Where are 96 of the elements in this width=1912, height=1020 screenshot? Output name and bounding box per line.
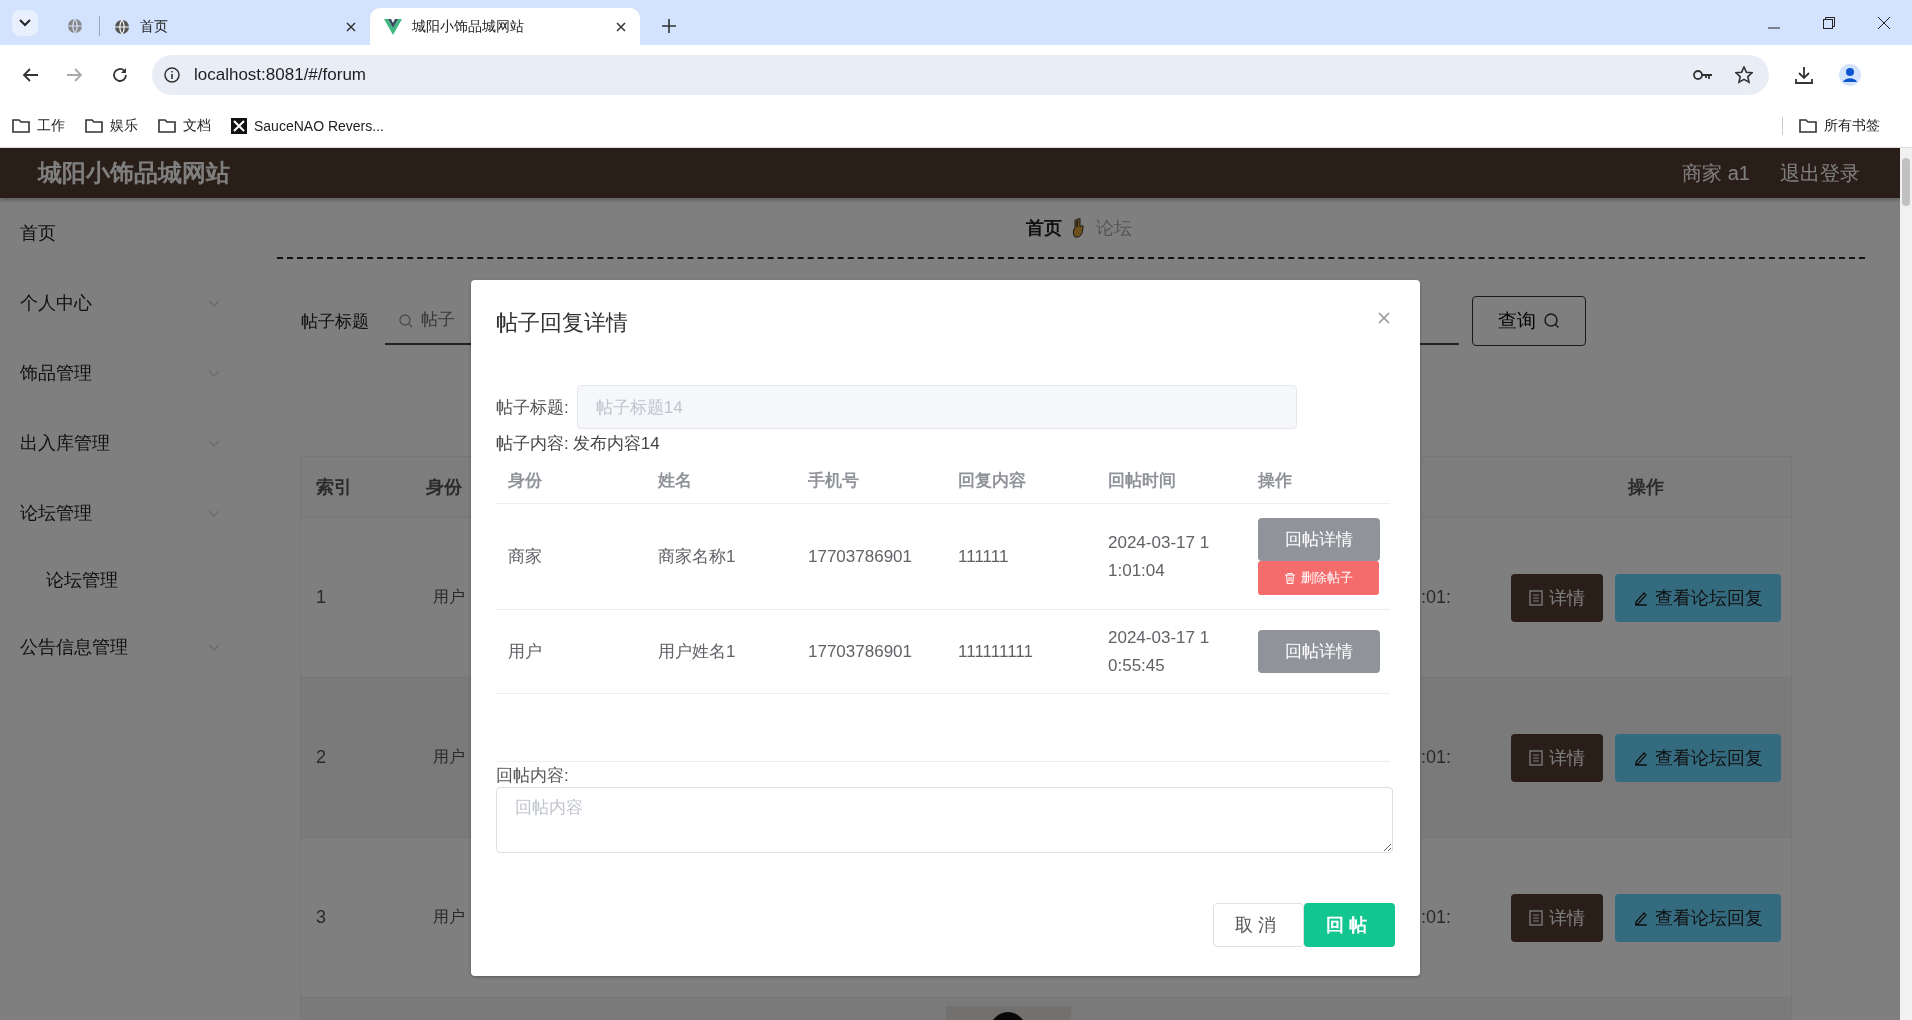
address-bar[interactable]: localhost:8081/#/forum	[152, 55, 1769, 95]
globe-icon	[66, 18, 83, 34]
table-cell-text: 3	[315, 907, 327, 928]
cancel-button[interactable]: 取消	[1213, 903, 1304, 947]
column-header: 手机号	[807, 469, 860, 492]
document-icon	[1529, 749, 1543, 766]
reply-field[interactable]: 回帖内容	[496, 787, 1393, 853]
menu-item[interactable]: 公告信息管理	[0, 612, 270, 682]
view-replies-button[interactable]: 查看论坛回复	[1615, 733, 1781, 782]
field-label: 帖子内容:	[496, 432, 569, 455]
table-cell-text: 17703786901	[807, 641, 913, 662]
close-icon[interactable]	[616, 21, 626, 32]
key-icon[interactable]	[1693, 69, 1713, 81]
table-cell-text: 商家名称1	[657, 546, 737, 568]
table-cell-text: 商家	[507, 546, 543, 568]
document-icon	[1529, 589, 1543, 606]
table-cell-text: 111111111	[957, 641, 1034, 662]
bookmark-item[interactable]: 娱乐	[85, 117, 138, 135]
table-cell-text: 用户	[433, 907, 465, 927]
reply-detail-button[interactable]: 回帖详情	[1258, 518, 1380, 561]
close-icon[interactable]	[1878, 17, 1890, 29]
table-cell-text: 2024-03-17 11:01:04	[1107, 531, 1211, 582]
table-cell-text: 2024-03-17 10:55:45	[1107, 626, 1211, 677]
table-cell-text: 用户	[507, 641, 543, 663]
folder-icon	[85, 119, 103, 133]
query-button[interactable]: 查询	[1472, 296, 1586, 346]
menu-item[interactable]: 首页	[0, 198, 270, 268]
chevron-down-icon	[19, 19, 31, 27]
profile-icon[interactable]	[1839, 64, 1861, 86]
column-header: 回复内容	[957, 469, 1027, 492]
search-icon	[399, 314, 413, 328]
detail-button[interactable]: 详情	[1511, 893, 1603, 942]
user-name: 商家 a1	[1682, 160, 1750, 186]
post-content: 发布内容14	[572, 432, 660, 455]
x-square-icon	[231, 118, 247, 134]
column-header: 姓名	[656, 469, 693, 492]
reply-detail-button[interactable]: 回帖详情	[1258, 630, 1380, 673]
search-icon	[1544, 313, 1560, 329]
search-label: 帖子标题	[301, 310, 369, 333]
table-cell-text: :01:	[1420, 907, 1453, 928]
breadcrumb-item[interactable]: 首页	[1025, 215, 1062, 240]
star-icon[interactable]	[1735, 66, 1753, 84]
menu-item[interactable]: 出入库管理	[0, 408, 270, 478]
tab-title: 城阳小饰品城网站	[412, 17, 525, 36]
table-cell-text: 111111	[957, 546, 1010, 567]
bookmark-item[interactable]: 文档	[158, 117, 211, 135]
table-cell-text: 用户姓名1	[657, 641, 737, 663]
detail-button[interactable]: 详情	[1511, 573, 1603, 622]
field-label: 帖子标题:	[496, 396, 569, 419]
column-header: 操作	[1256, 469, 1293, 492]
menu-item[interactable]: 饰品管理	[0, 338, 270, 408]
column-header: 操作	[1627, 476, 1665, 499]
logout-link[interactable]: 退出登录	[1780, 159, 1860, 187]
new-tab-icon[interactable]	[662, 19, 676, 33]
view-replies-button[interactable]: 查看论坛回复	[1615, 573, 1781, 622]
column-header: 身份	[507, 469, 543, 492]
table-cell-text: :01:	[1420, 587, 1453, 608]
close-icon[interactable]	[346, 21, 356, 32]
browser-tab[interactable]: 城阳小饰品城网站	[370, 8, 640, 45]
document-icon	[1529, 909, 1543, 926]
folder-icon	[12, 119, 30, 133]
folder-icon	[1799, 119, 1817, 133]
info-icon	[164, 67, 180, 83]
table-cell-text: 2	[315, 747, 327, 768]
folder-icon	[158, 119, 176, 133]
restore-icon[interactable]	[1823, 17, 1835, 29]
browser-tab[interactable]: 首页	[100, 8, 370, 45]
column-header: 回帖时间	[1107, 469, 1177, 492]
table-cell-text: :01:	[1420, 747, 1453, 768]
submenu-item[interactable]: 论坛管理	[0, 548, 270, 612]
bookmark-item[interactable]: SauceNAO Revers...	[231, 118, 384, 134]
delete-post-button[interactable]: 删除帖子	[1258, 561, 1379, 595]
bookmark-item[interactable]: 工作	[12, 117, 65, 135]
table-cell-text: 17703786901	[807, 546, 913, 567]
scrollbar[interactable]	[1900, 148, 1912, 1020]
menu-item[interactable]: 论坛管理	[0, 478, 270, 548]
table-cell-text: 用户	[433, 747, 465, 767]
column-header: 身份	[426, 476, 462, 499]
menu-item[interactable]: 个人中心	[0, 268, 270, 338]
table-cell-text: 用户	[433, 587, 465, 607]
tab-title: 首页	[140, 17, 169, 36]
download-icon[interactable]	[1795, 66, 1813, 84]
detail-button[interactable]: 详情	[1511, 733, 1603, 782]
url-text: localhost:8081/#/forum	[194, 65, 366, 85]
globe-icon	[114, 18, 130, 35]
site-title: 城阳小饰品城网站	[38, 158, 230, 188]
v-logo-icon	[384, 18, 402, 35]
all-bookmarks-item[interactable]: 所有书签	[1799, 117, 1880, 135]
hand-icon	[1071, 217, 1086, 238]
dialog-title: 帖子回复详情	[496, 309, 628, 337]
field-label: 回帖内容:	[496, 765, 570, 787]
column-header: 索引	[315, 476, 353, 499]
trash-icon	[1284, 572, 1295, 584]
view-replies-button[interactable]: 查看论坛回复	[1615, 893, 1781, 942]
tab-search-button[interactable]	[12, 10, 38, 36]
table-cell-text: 1	[315, 587, 327, 608]
